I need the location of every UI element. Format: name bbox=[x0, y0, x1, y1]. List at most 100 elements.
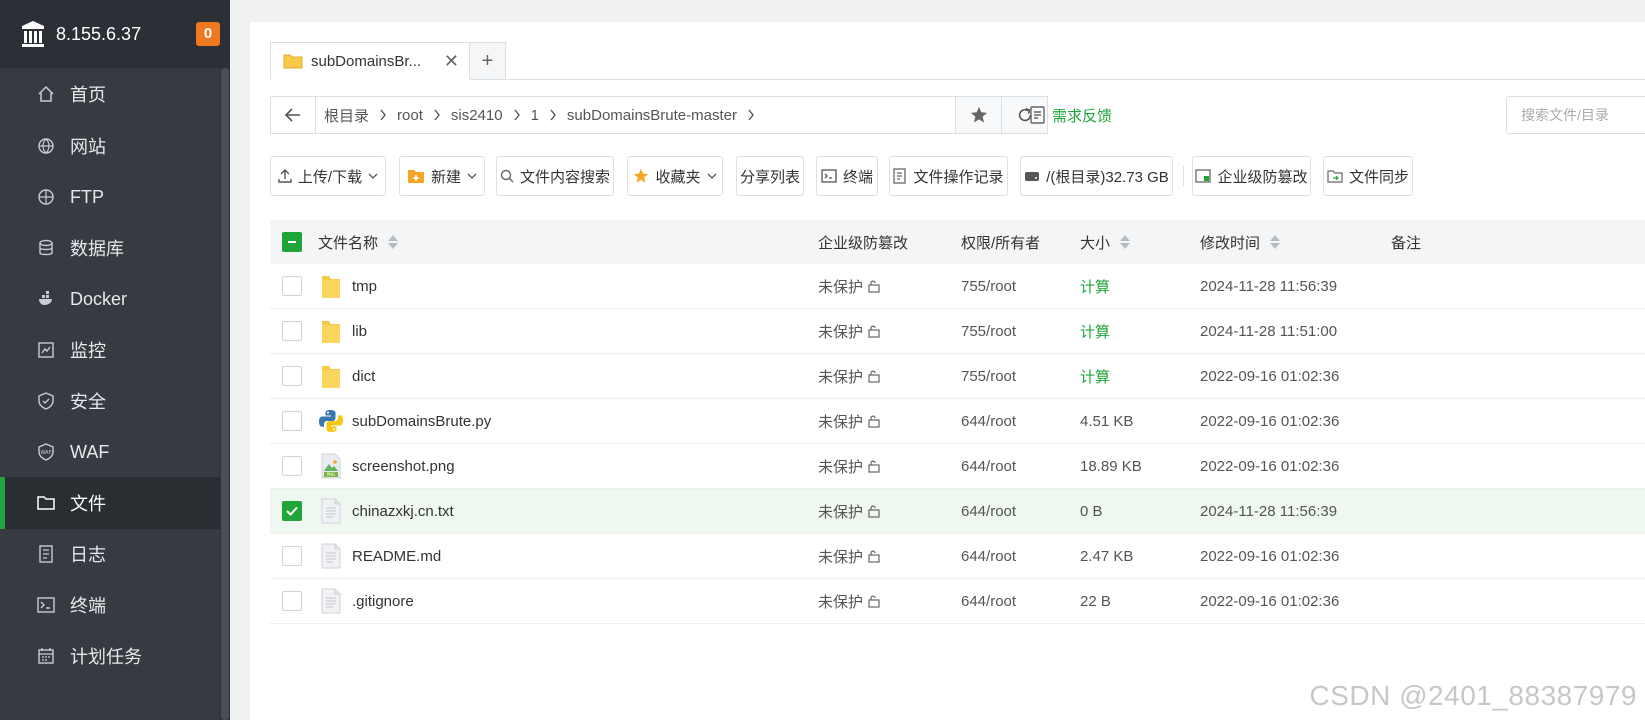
table-row[interactable]: PNG screenshot.png 未保护 644/root 18.89 KB 2022… bbox=[270, 444, 1645, 489]
tamper-status-cell[interactable]: 未保护 bbox=[818, 399, 881, 443]
row-checkbox[interactable] bbox=[282, 456, 302, 476]
header-name[interactable]: 文件名称 bbox=[318, 220, 399, 264]
sidebar-item[interactable]: 终端 bbox=[0, 579, 220, 631]
file-name[interactable]: README.md bbox=[352, 548, 441, 565]
tamper-status-cell[interactable]: 未保护 bbox=[818, 579, 881, 623]
calculate-size-link[interactable]: 计算 bbox=[1080, 354, 1110, 398]
file-name[interactable]: chinazxkj.cn.txt bbox=[352, 503, 454, 520]
favorite-button[interactable] bbox=[956, 96, 1002, 134]
unlock-icon[interactable] bbox=[867, 414, 881, 428]
breadcrumb-item[interactable]: root bbox=[397, 107, 423, 124]
unlock-icon[interactable] bbox=[867, 279, 881, 293]
sidebar-scrollbar[interactable] bbox=[220, 68, 230, 720]
file-sync-button[interactable]: 文件同步 bbox=[1323, 156, 1413, 196]
tamper-status-cell[interactable]: 未保护 bbox=[818, 444, 881, 488]
table-row[interactable]: lib 未保护 755/root 计算 2024-11-28 11:51:00 bbox=[270, 309, 1645, 354]
file-op-log-button[interactable]: 文件操作记录 bbox=[889, 156, 1008, 196]
tamper-status-cell[interactable]: 未保护 bbox=[818, 354, 881, 398]
content-search-button[interactable]: 文件内容搜索 bbox=[496, 156, 614, 196]
unlock-icon[interactable] bbox=[867, 549, 881, 563]
permission-cell[interactable]: 644/root bbox=[961, 444, 1016, 488]
row-checkbox[interactable] bbox=[282, 591, 302, 611]
table-row[interactable]: tmp 未保护 755/root 计算 2024-11-28 11:56:39 bbox=[270, 264, 1645, 309]
add-tab-button[interactable]: + bbox=[470, 42, 506, 80]
chevron-right-icon[interactable] bbox=[513, 109, 521, 121]
upload-download-button[interactable]: 上传/下载 bbox=[270, 156, 386, 196]
terminal-button[interactable]: 终端 bbox=[816, 156, 878, 196]
sidebar-item[interactable]: WAF WAF bbox=[0, 426, 220, 478]
search-input[interactable]: 搜索文件/目录 bbox=[1506, 96, 1645, 134]
unlock-icon[interactable] bbox=[867, 324, 881, 338]
tamper-status-cell[interactable]: 未保护 bbox=[818, 489, 881, 533]
disk-usage-button[interactable]: /(根目录)32.73 GB bbox=[1020, 156, 1173, 196]
sort-icon[interactable] bbox=[1270, 235, 1281, 249]
sidebar-item[interactable]: 计划任务 bbox=[0, 630, 220, 682]
tamper-status-cell[interactable]: 未保护 bbox=[818, 534, 881, 578]
file-name-cell[interactable]: PNG screenshot.png bbox=[318, 444, 455, 488]
sidebar-item[interactable]: Docker bbox=[0, 273, 220, 325]
sidebar-item[interactable]: 监控 bbox=[0, 324, 220, 376]
row-checkbox[interactable] bbox=[282, 546, 302, 566]
row-checkbox[interactable] bbox=[282, 276, 302, 296]
file-name-cell[interactable]: README.md bbox=[318, 534, 441, 578]
table-row[interactable]: chinazxkj.cn.txt 未保护 644/root 0 B 2024-11-28… bbox=[270, 489, 1645, 534]
unlock-icon[interactable] bbox=[867, 504, 881, 518]
unlock-icon[interactable] bbox=[867, 369, 881, 383]
unlock-icon[interactable] bbox=[867, 459, 881, 473]
chevron-right-icon[interactable] bbox=[549, 109, 557, 121]
header-mtime[interactable]: 修改时间 bbox=[1200, 220, 1281, 264]
file-name[interactable]: screenshot.png bbox=[352, 458, 455, 475]
table-row[interactable]: subDomainsBrute.py 未保护 644/root 4.51 KB 2022… bbox=[270, 399, 1645, 444]
permission-cell[interactable]: 644/root bbox=[961, 489, 1016, 533]
sidebar-item[interactable]: 网站 bbox=[0, 120, 220, 172]
file-name-cell[interactable]: lib bbox=[318, 309, 367, 353]
calculate-size-link[interactable]: 计算 bbox=[1080, 309, 1110, 353]
file-name-cell[interactable]: subDomainsBrute.py bbox=[318, 399, 491, 443]
breadcrumb-item[interactable]: sis2410 bbox=[451, 107, 503, 124]
tamper-protection-button[interactable]: 企业级防篡改 bbox=[1192, 156, 1311, 196]
row-checkbox[interactable] bbox=[282, 411, 302, 431]
sidebar-item[interactable]: 日志 bbox=[0, 528, 220, 580]
unlock-icon[interactable] bbox=[867, 594, 881, 608]
share-list-button[interactable]: 分享列表 bbox=[736, 156, 804, 196]
file-name-cell[interactable]: dict bbox=[318, 354, 375, 398]
table-row[interactable]: .gitignore 未保护 644/root 22 B 2022-09-16 01:0… bbox=[270, 579, 1645, 624]
file-name-cell[interactable]: .gitignore bbox=[318, 579, 414, 623]
calculate-size-link[interactable]: 计算 bbox=[1080, 264, 1110, 308]
chevron-right-icon[interactable] bbox=[747, 109, 755, 121]
file-name[interactable]: .gitignore bbox=[352, 593, 414, 610]
sidebar-item[interactable]: 数据库 bbox=[0, 222, 220, 274]
permission-cell[interactable]: 644/root bbox=[961, 399, 1016, 443]
close-icon[interactable]: ✕ bbox=[444, 51, 459, 72]
row-checkbox[interactable] bbox=[282, 501, 302, 521]
breadcrumb-item[interactable]: 1 bbox=[531, 107, 539, 124]
file-name-cell[interactable]: tmp bbox=[318, 264, 377, 308]
sidebar-item[interactable]: FTP bbox=[0, 171, 220, 223]
file-name[interactable]: dict bbox=[352, 368, 375, 385]
tamper-status-cell[interactable]: 未保护 bbox=[818, 309, 881, 353]
permission-cell[interactable]: 755/root bbox=[961, 264, 1016, 308]
notification-badge[interactable]: 0 bbox=[196, 22, 220, 46]
sort-icon[interactable] bbox=[388, 235, 399, 249]
back-button[interactable] bbox=[270, 96, 316, 134]
file-name-cell[interactable]: chinazxkj.cn.txt bbox=[318, 489, 454, 533]
header-size[interactable]: 大小 bbox=[1080, 220, 1131, 264]
sidebar-scrollbar-thumb[interactable] bbox=[221, 68, 229, 720]
file-name[interactable]: lib bbox=[352, 323, 367, 340]
permission-cell[interactable]: 644/root bbox=[961, 534, 1016, 578]
file-name[interactable]: tmp bbox=[352, 278, 377, 295]
table-row[interactable]: README.md 未保护 644/root 2.47 KB 2022-09-16 01… bbox=[270, 534, 1645, 579]
permission-cell[interactable]: 644/root bbox=[961, 579, 1016, 623]
table-row[interactable]: dict 未保护 755/root 计算 2022-09-16 01:02:36 bbox=[270, 354, 1645, 399]
file-name[interactable]: subDomainsBrute.py bbox=[352, 413, 491, 430]
new-button[interactable]: 新建 bbox=[399, 156, 485, 196]
sort-icon[interactable] bbox=[1120, 235, 1131, 249]
permission-cell[interactable]: 755/root bbox=[961, 309, 1016, 353]
favorites-button[interactable]: 收藏夹 bbox=[627, 156, 723, 196]
row-checkbox[interactable] bbox=[282, 366, 302, 386]
chevron-right-icon[interactable] bbox=[379, 109, 387, 121]
sidebar-item[interactable]: 安全 bbox=[0, 375, 220, 427]
permission-cell[interactable]: 755/root bbox=[961, 354, 1016, 398]
select-all-checkbox[interactable] bbox=[282, 232, 302, 252]
chevron-right-icon[interactable] bbox=[433, 109, 441, 121]
